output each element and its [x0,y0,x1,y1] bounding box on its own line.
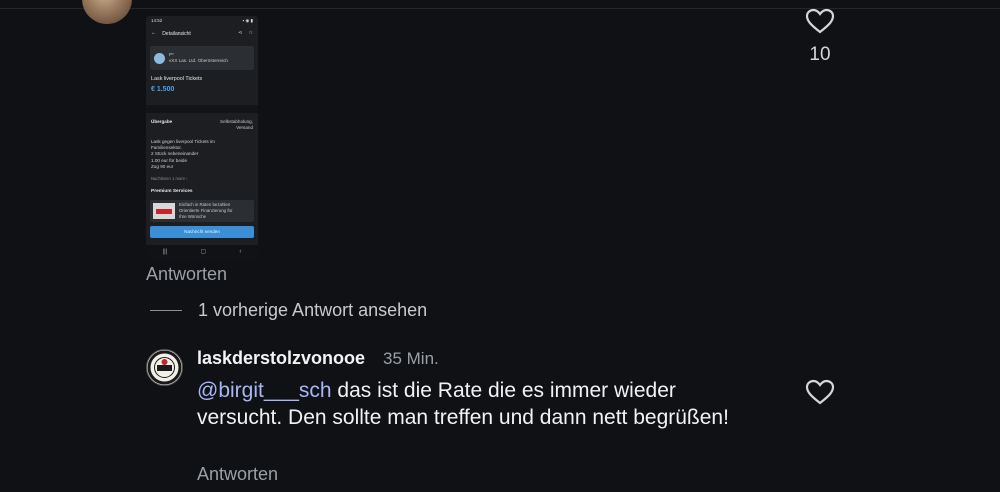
divider [0,8,1000,9]
section-divider [146,104,258,113]
reply-button[interactable]: Antworten [197,464,278,485]
handover-row: Übergabe Selbstabholung, Versand [151,119,253,131]
star-icon: ☆ [248,30,253,37]
seller-location: vXX Las. Ltd. Oberösterreich [169,58,228,63]
handover-label: Übergabe [151,118,173,124]
system-nav-bar: ||| ▢ ‹ [146,245,258,259]
premium-heading: Premium Services [151,188,193,194]
reply-button[interactable]: Antworten [146,264,227,285]
heart-icon[interactable] [805,8,835,34]
comment-username[interactable]: laskderstolzvonooe [197,348,365,369]
seller-avatar [154,52,165,64]
lask-logo-icon [147,350,182,385]
listing-price: € 1.500 [151,86,175,94]
avatar[interactable] [82,0,132,24]
like-count: 10 [809,44,831,65]
more-link: Nachlesen 1 more › [151,176,188,182]
promo-image [153,203,175,220]
screenshot-nav-title: Detailansicht [162,30,191,37]
heart-icon[interactable] [805,379,835,405]
back-arrow-icon: ← [151,30,157,37]
thread-line [150,310,182,311]
seller-card: P* vXX Las. Ltd. Oberösterreich [150,46,254,70]
back-icon: ‹ [239,248,242,255]
attached-screenshot[interactable]: 14:52 ▪ ◉ ▮ ← Detailansicht ⋖ ☆ P* vXX La… [146,16,258,259]
share-icon: ⋖ [237,30,243,37]
comment-time: 35 Min. [383,349,439,368]
send-message-button: Nachricht senden [150,226,254,239]
mention-link[interactable]: @birgit___sch [197,379,332,402]
status-bar: 14:52 ▪ ◉ ▮ [151,18,253,23]
view-previous-replies[interactable]: 1 vorherige Antwort ansehen [198,300,427,321]
avatar[interactable] [146,349,183,386]
recent-apps-icon: ||| [162,248,168,255]
comment-text: @birgit___sch das ist die Rate die es im… [197,377,757,431]
promo-card: Einfach in Raten bezahlen Orientierte Fi… [150,200,254,223]
listing-description: Lask gegen liverpool Tickets im Familien… [151,139,215,169]
handover-value: Selbstabholung, Versand [220,118,253,130]
promo-text: Einfach in Raten bezahlen Orientierte Fi… [179,202,233,220]
home-icon: ▢ [200,248,207,255]
screenshot-nav: ← Detailansicht ⋖ ☆ [146,26,258,42]
listing-title: Lask liverpool Tickets [151,76,203,82]
